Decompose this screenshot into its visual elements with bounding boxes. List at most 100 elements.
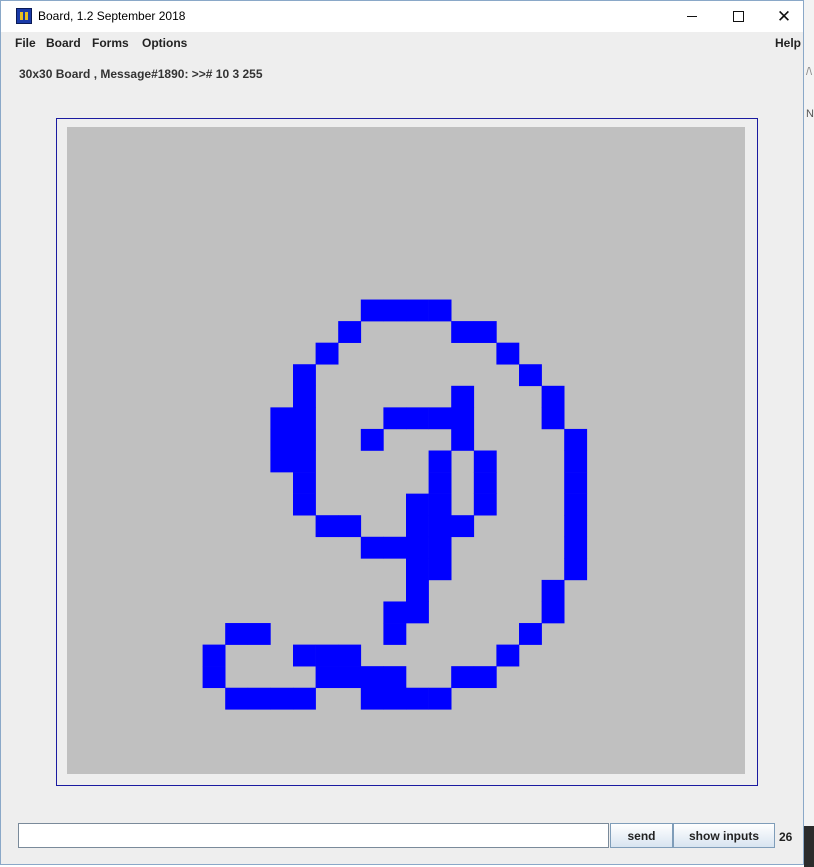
board-cell[interactable] <box>473 493 497 516</box>
board-cell[interactable] <box>428 536 452 559</box>
board-cell[interactable] <box>383 407 407 430</box>
board-cell[interactable] <box>406 558 429 581</box>
board-cell[interactable] <box>496 644 520 667</box>
board-cell[interactable] <box>202 644 226 667</box>
board-cell[interactable] <box>270 428 294 451</box>
board-cell[interactable] <box>315 666 339 689</box>
board-cell[interactable] <box>247 623 271 645</box>
board-cell[interactable] <box>564 536 588 559</box>
menu-board[interactable]: Board <box>46 36 81 50</box>
board-cell[interactable] <box>383 687 407 710</box>
taskbar-fragment <box>804 826 814 867</box>
board-cell[interactable] <box>315 515 339 538</box>
board-cell[interactable] <box>406 515 429 538</box>
board-cell[interactable] <box>360 536 384 559</box>
board-cell[interactable] <box>202 666 226 689</box>
message-input[interactable] <box>18 823 609 848</box>
board-cell[interactable] <box>383 666 407 689</box>
board-cell[interactable] <box>315 342 339 365</box>
board-cell[interactable] <box>406 687 429 710</box>
board-cell[interactable] <box>383 601 407 624</box>
board-cell[interactable] <box>406 407 429 430</box>
board-cell[interactable] <box>293 407 316 430</box>
board-cell[interactable] <box>338 666 362 689</box>
board-cell[interactable] <box>428 687 452 710</box>
board-cell[interactable] <box>338 515 362 538</box>
board-cell[interactable] <box>293 687 316 710</box>
board-cell[interactable] <box>293 472 316 494</box>
board-cell[interactable] <box>519 623 542 645</box>
board-cell[interactable] <box>360 428 384 451</box>
board-cell[interactable] <box>428 515 452 538</box>
board-cell[interactable] <box>564 515 588 538</box>
board-grid[interactable] <box>67 127 745 774</box>
board-cell[interactable] <box>541 407 565 430</box>
board-cell[interactable] <box>338 644 362 667</box>
board-cell[interactable] <box>473 321 497 343</box>
board-cell[interactable] <box>293 493 316 516</box>
maximize-button[interactable] <box>715 1 761 32</box>
minimize-button[interactable] <box>669 1 715 32</box>
board-cell[interactable] <box>564 450 588 473</box>
board-cell[interactable] <box>360 687 384 710</box>
board-cell[interactable] <box>406 601 429 624</box>
menu-options[interactable]: Options <box>142 36 187 50</box>
board-cell[interactable] <box>541 579 565 602</box>
board-cell[interactable] <box>406 536 429 559</box>
board-cell[interactable] <box>451 321 475 343</box>
board-cell[interactable] <box>496 342 520 365</box>
menu-file[interactable]: File <box>15 36 36 50</box>
board-cell[interactable] <box>293 450 316 473</box>
board-cell[interactable] <box>564 493 588 516</box>
board-canvas[interactable] <box>67 127 745 774</box>
board-cell[interactable] <box>383 536 407 559</box>
board-cell[interactable] <box>541 385 565 408</box>
board-cell[interactable] <box>473 450 497 473</box>
board-cell[interactable] <box>293 428 316 451</box>
board-cell[interactable] <box>270 407 294 430</box>
board-cell[interactable] <box>451 515 475 538</box>
board-cell[interactable] <box>564 558 588 581</box>
board-cell[interactable] <box>451 428 475 451</box>
board-cell[interactable] <box>473 472 497 494</box>
board-cell[interactable] <box>564 428 588 451</box>
board-cell[interactable] <box>383 623 407 645</box>
board-cell[interactable] <box>293 364 316 387</box>
title-bar[interactable]: Board, 1.2 September 2018 ✕ <box>1 1 803 32</box>
board-cell[interactable] <box>225 623 249 645</box>
close-button[interactable]: ✕ <box>761 1 807 32</box>
board-cell[interactable] <box>428 299 452 322</box>
board-cell[interactable] <box>293 385 316 408</box>
board-cell[interactable] <box>428 558 452 581</box>
window-title: Board, 1.2 September 2018 <box>38 9 186 23</box>
board-cell[interactable] <box>564 472 588 494</box>
board-cell[interactable] <box>247 687 271 710</box>
board-cell[interactable] <box>270 687 294 710</box>
board-cell[interactable] <box>293 644 316 667</box>
board-cell[interactable] <box>406 493 429 516</box>
board-cell[interactable] <box>428 493 452 516</box>
board-cell[interactable] <box>383 299 407 322</box>
board-cell[interactable] <box>360 299 384 322</box>
board-cell[interactable] <box>519 364 542 387</box>
board-cell[interactable] <box>451 666 475 689</box>
board-cell[interactable] <box>225 687 249 710</box>
board-cell[interactable] <box>360 666 384 689</box>
board-cell[interactable] <box>451 407 475 430</box>
board-cell[interactable] <box>451 385 475 408</box>
show-inputs-button[interactable]: show inputs <box>673 823 775 848</box>
menu-forms[interactable]: Forms <box>92 36 129 50</box>
menu-help[interactable]: Help <box>775 36 801 50</box>
board-cell[interactable] <box>406 579 429 602</box>
board-cell[interactable] <box>406 299 429 322</box>
board-cell[interactable] <box>338 321 362 343</box>
board-cell[interactable] <box>473 666 497 689</box>
close-icon: ✕ <box>776 6 792 27</box>
board-cell[interactable] <box>428 407 452 430</box>
board-cell[interactable] <box>428 450 452 473</box>
send-button[interactable]: send <box>610 823 673 848</box>
board-cell[interactable] <box>428 472 452 494</box>
board-cell[interactable] <box>270 450 294 473</box>
board-cell[interactable] <box>541 601 565 624</box>
board-cell[interactable] <box>315 644 339 667</box>
